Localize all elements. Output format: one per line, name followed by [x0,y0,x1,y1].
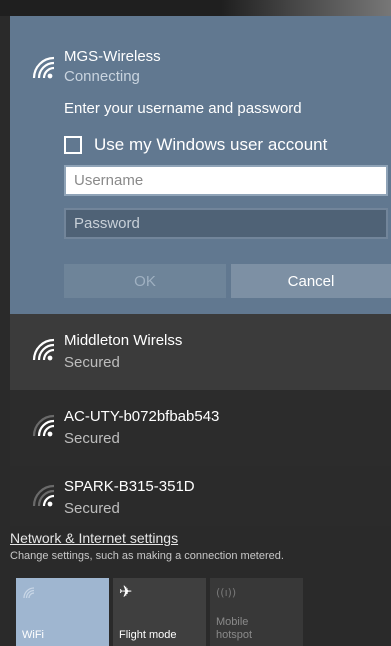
network-name: MGS-Wireless [64,48,161,65]
quick-action-wifi[interactable]: WiFi [16,578,109,646]
wifi-icon [23,587,35,599]
network-item-spark[interactable]: SPARK-B315-351D Secured [10,466,391,526]
tile-label: Flight mode [119,629,177,641]
wifi-signal-icon [32,56,55,79]
taskbar-edge [0,0,391,16]
quick-action-flight-mode[interactable]: ✈ Flight mode [113,578,206,646]
cancel-button[interactable]: Cancel [231,264,391,298]
network-name: Middleton Wirelss [64,332,183,349]
airplane-icon: ✈ [119,582,133,601]
credentials-prompt: Enter your username and password [64,100,302,117]
network-item-ac-uty[interactable]: AC-UTY-b072bfbab543 Secured [10,390,391,466]
quick-action-mobile-hotspot[interactable]: ((ı)) Mobile hotspot [210,578,303,646]
checkbox-label: Use my Windows user account [94,135,328,154]
wifi-signal-icon [32,414,55,437]
network-settings-link[interactable]: Network & Internet settings [10,530,178,546]
wifi-signal-icon [32,338,55,361]
network-status: Connecting [64,68,140,85]
network-settings-subtitle: Change settings, such as making a connec… [10,550,284,562]
hotspot-icon: ((ı)) [216,586,237,599]
windows-account-checkbox-row[interactable]: Use my Windows user account [64,134,327,156]
tile-label: WiFi [22,629,44,641]
ok-button[interactable]: OK [64,264,226,298]
network-item-middleton[interactable]: Middleton Wirelss Secured [10,314,391,390]
username-input[interactable] [64,165,388,196]
network-status: Secured [64,430,120,447]
network-status: Secured [64,500,120,517]
network-status: Secured [64,354,120,371]
selected-network-panel: MGS-Wireless Connecting Enter your usern… [10,16,391,314]
password-input[interactable] [64,208,388,239]
network-flyout: MGS-Wireless Connecting Enter your usern… [0,0,391,646]
windows-account-checkbox[interactable] [64,136,82,154]
network-name: AC-UTY-b072bfbab543 [64,408,220,425]
wifi-signal-icon [32,484,55,507]
network-name: SPARK-B315-351D [64,478,195,495]
tile-label: Mobile hotspot [216,616,253,641]
